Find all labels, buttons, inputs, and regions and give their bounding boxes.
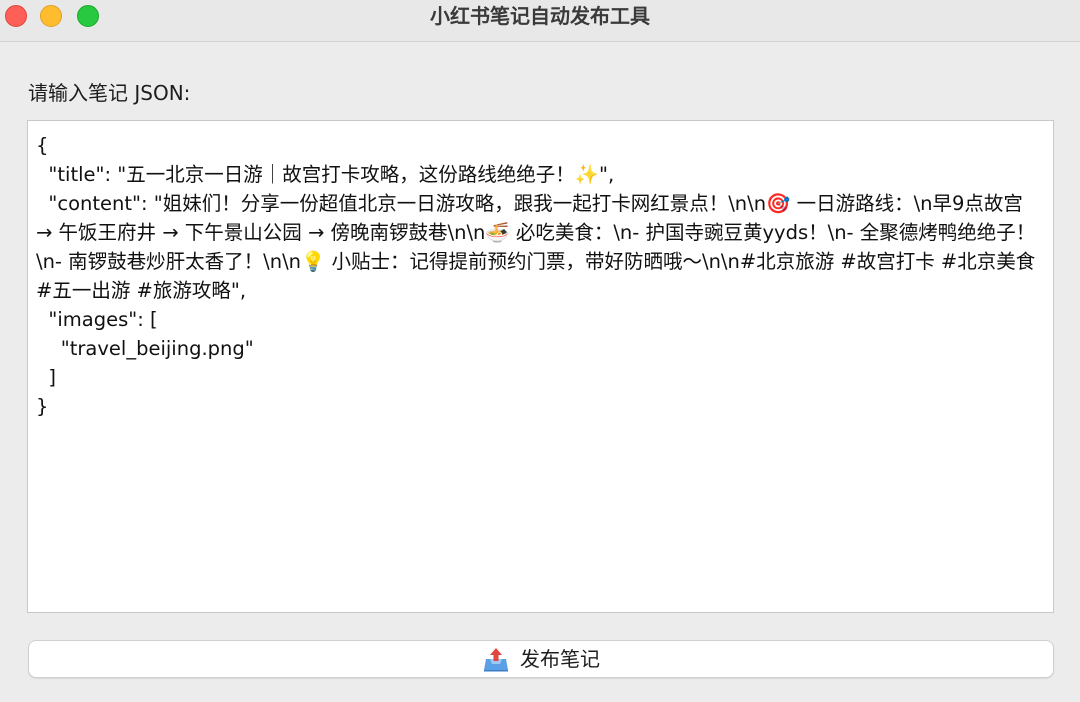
title-bar: 小红书笔记自动发布工具	[0, 0, 1080, 42]
json-input-textarea[interactable]: { "title": "五一北京一日游｜故宫打卡攻略，这份路线绝绝子！✨", "…	[27, 120, 1054, 613]
outbox-tray-icon	[484, 648, 508, 672]
publish-note-button[interactable]: 发布笔记	[28, 640, 1054, 678]
publish-note-label: 发布笔记	[520, 647, 600, 671]
window-title: 小红书笔记自动发布工具	[430, 4, 650, 28]
json-input-label: 请输入笔记 JSON:	[28, 81, 191, 105]
